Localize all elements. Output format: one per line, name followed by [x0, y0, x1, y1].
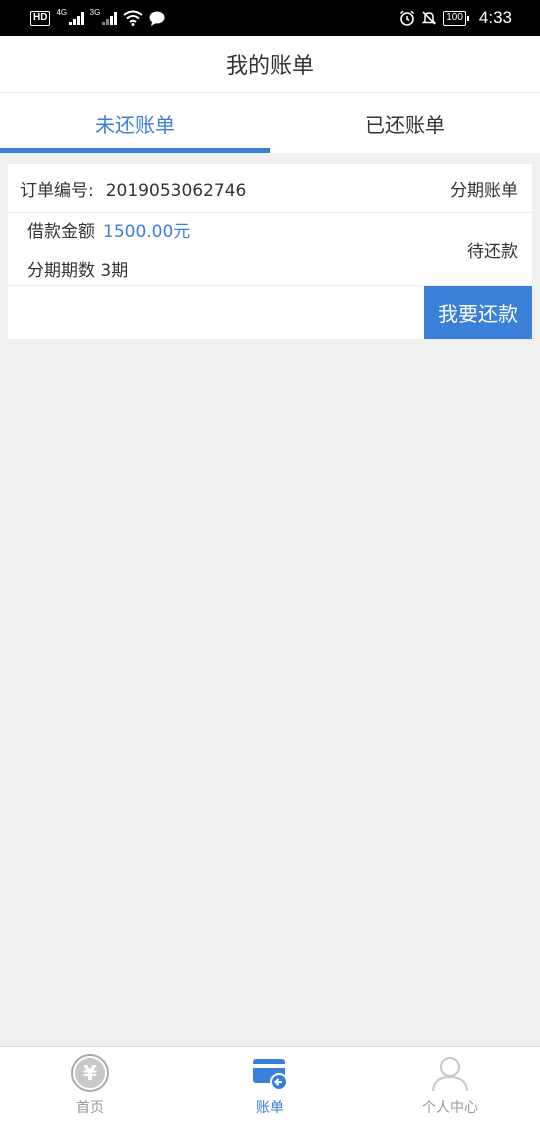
mute-bell-icon	[421, 11, 437, 25]
bill-card-body: 借款金额 1500.00元 分期期数 3期 待还款	[8, 213, 532, 286]
network-3g-label: 3G	[89, 7, 101, 17]
bill-card-footer: 我要还款	[8, 286, 532, 339]
nav-item-home[interactable]: ¥ 首页	[0, 1047, 180, 1122]
battery-icon: 100	[443, 10, 469, 26]
periods-value: 3期	[100, 261, 129, 281]
bill-tabs: 未还账单 已还账单	[0, 93, 540, 153]
order-number: 订单编号: 2019053062746	[20, 176, 246, 201]
status-right: 100 4:33	[399, 8, 512, 28]
hd-icon: HD	[30, 10, 51, 26]
yen-icon: ¥	[71, 1053, 109, 1092]
loan-amount-row: 借款金额 1500.00元	[27, 217, 190, 242]
periods-row: 分期期数 3期	[27, 256, 190, 281]
bill-status: 待还款	[467, 241, 518, 262]
alarm-icon	[400, 10, 415, 26]
nav-label-bills: 账单	[256, 1099, 284, 1116]
status-bar: HD 4G 3G 100 4:33	[0, 0, 540, 36]
header: 我的账单	[0, 36, 540, 93]
bill-details: 借款金额 1500.00元 分期期数 3期	[27, 217, 190, 281]
signal-icon	[69, 11, 84, 25]
person-icon	[432, 1056, 468, 1091]
bottom-nav: ¥ 首页 账单 个人中心	[0, 1046, 540, 1122]
order-number-label: 订单编号:	[20, 180, 94, 201]
wifi-icon	[123, 10, 143, 26]
bill-type: 分期账单	[450, 180, 518, 201]
tab-unpaid-bills[interactable]: 未还账单	[0, 93, 270, 153]
signal-icon-secondary	[102, 11, 117, 25]
clock: 4:33	[478, 8, 512, 27]
message-icon	[149, 11, 165, 26]
svg-text:¥: ¥	[83, 1061, 97, 1085]
bill-card: 订单编号: 2019053062746 分期账单 借款金额 1500.00元 分期期…	[8, 164, 532, 339]
order-number-value: 2019053062746	[105, 180, 247, 201]
nav-label-profile: 个人中心	[422, 1099, 478, 1116]
periods-label: 分期期数	[27, 261, 95, 281]
status-left: HD 4G 3G	[30, 7, 165, 26]
nav-item-profile[interactable]: 个人中心	[360, 1047, 540, 1122]
loan-amount-label: 借款金额	[27, 222, 95, 242]
loan-amount-value: 1500.00元	[103, 222, 191, 242]
tab-paid-bills[interactable]: 已还账单	[270, 93, 540, 153]
repay-button[interactable]: 我要还款	[424, 286, 532, 339]
page-title: 我的账单	[225, 54, 314, 79]
bill-card-header: 订单编号: 2019053062746 分期账单	[8, 164, 532, 213]
network-4g-label: 4G	[56, 7, 68, 17]
nav-label-home: 首页	[76, 1099, 104, 1116]
bill-card-icon	[253, 1058, 288, 1091]
nav-item-bills[interactable]: 账单	[180, 1047, 360, 1122]
